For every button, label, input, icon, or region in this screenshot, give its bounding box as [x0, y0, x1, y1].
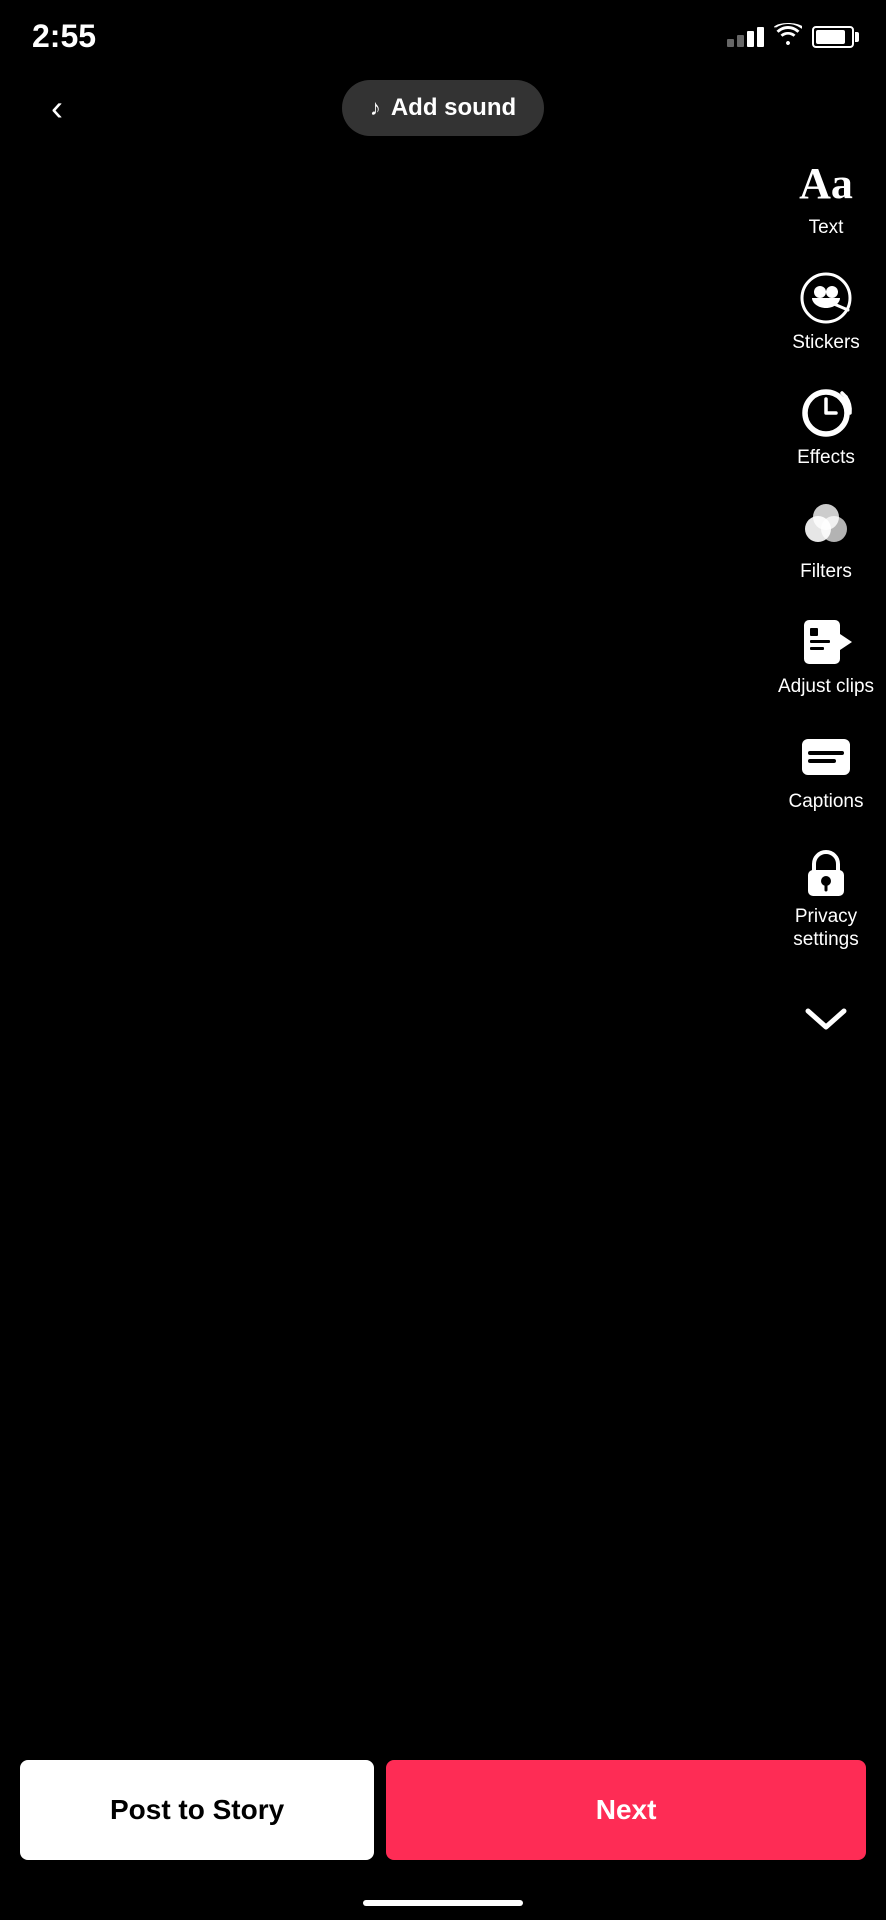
wifi-icon — [774, 23, 802, 51]
tool-stickers[interactable]: Stickers — [786, 270, 866, 355]
captions-icon — [798, 729, 854, 785]
privacy-icon — [798, 844, 854, 900]
status-time: 2:55 — [32, 18, 96, 55]
tool-privacy-settings[interactable]: Privacysettings — [786, 844, 866, 952]
chevron-down-button[interactable] — [786, 991, 866, 1047]
status-bar: 2:55 — [0, 0, 886, 65]
privacy-settings-label: Privacysettings — [793, 906, 858, 952]
top-bar: ‹ ♪ Add sound — [0, 80, 886, 136]
captions-label: Captions — [789, 791, 864, 814]
back-chevron-icon: ‹ — [51, 87, 63, 129]
tool-effects[interactable]: Effects — [786, 385, 866, 470]
back-button[interactable]: ‹ — [32, 83, 82, 133]
tool-captions[interactable]: Captions — [786, 729, 866, 814]
bottom-bar: Post to Story Next — [0, 1760, 886, 1860]
filters-label: Filters — [800, 561, 852, 584]
next-button[interactable]: Next — [386, 1760, 866, 1860]
right-toolbar: Aa Text Stickers — [786, 155, 866, 1047]
music-note-icon: ♪ — [370, 95, 381, 121]
sticker-icon — [798, 270, 854, 326]
chevron-down-icon — [798, 991, 854, 1047]
add-sound-button[interactable]: ♪ Add sound — [342, 80, 544, 136]
signal-icon — [727, 27, 764, 47]
status-icons — [727, 23, 854, 51]
home-indicator — [363, 1900, 523, 1906]
text-icon: Aa — [798, 155, 854, 211]
tool-filters[interactable]: Filters — [786, 499, 866, 584]
battery-icon — [812, 26, 854, 48]
effects-label: Effects — [797, 447, 855, 470]
post-to-story-button[interactable]: Post to Story — [20, 1760, 374, 1860]
tool-text[interactable]: Aa Text — [786, 155, 866, 240]
stickers-label: Stickers — [792, 332, 860, 355]
effects-icon — [798, 385, 854, 441]
text-label: Text — [809, 217, 844, 240]
tool-adjust-clips[interactable]: Adjust clips — [786, 614, 866, 699]
adjust-clips-label: Adjust clips — [778, 676, 874, 699]
filters-icon — [798, 499, 854, 555]
adjust-clips-icon — [798, 614, 854, 670]
